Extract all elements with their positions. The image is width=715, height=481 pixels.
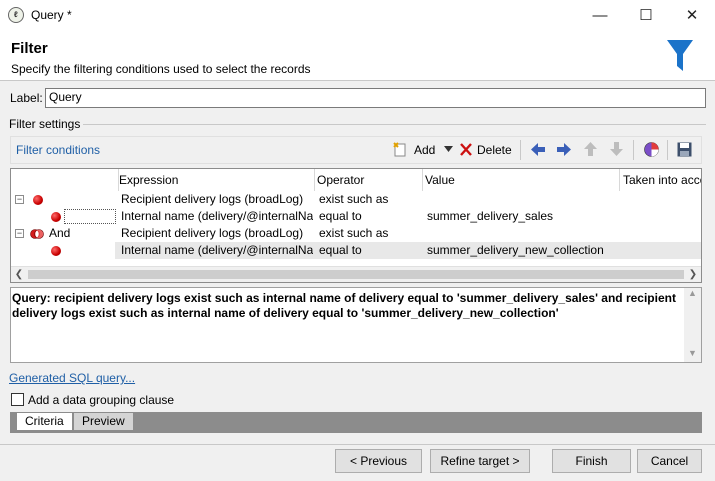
app-icon: ℓ [8,7,24,23]
collapse-icon[interactable]: − [15,229,24,238]
move-right-icon[interactable] [556,142,572,157]
status-dot-icon [51,246,61,256]
filter-conditions-link[interactable]: Filter conditions [16,143,100,157]
chevron-down-icon[interactable] [444,146,453,152]
column-header-taken-into-account[interactable]: Taken into acco [619,169,701,191]
column-header-operator[interactable]: Operator [313,169,423,191]
filter-toolbar [10,136,702,164]
boolean-operator-label: And [49,226,71,240]
scrollbar-thumb[interactable] [28,270,684,279]
cancel-button[interactable]: Cancel [637,449,702,473]
expression-cell: Internal name (delivery/@internalNa... [121,209,313,223]
collapse-icon[interactable]: − [15,195,24,204]
save-icon[interactable] [677,142,692,157]
scroll-left-icon[interactable]: ❮ [11,267,27,282]
page-subtitle: Specify the filtering conditions used to… [11,62,311,76]
add-button[interactable]: Add [414,143,435,157]
status-dot-icon [33,195,43,205]
table-row[interactable]: − Recipient delivery logs (broadLog) exi… [11,191,701,208]
footer-divider [0,444,715,445]
tab-preview[interactable]: Preview [73,412,134,431]
focus-cell[interactable] [64,209,116,224]
horizontal-scrollbar[interactable]: ❮ ❯ [11,266,701,282]
table-row[interactable]: − And Recipient delivery logs (broadLog)… [11,225,701,242]
move-up-icon[interactable] [583,141,598,157]
close-button[interactable]: ✕ [669,0,715,31]
generated-sql-link[interactable]: Generated SQL query... [9,371,135,385]
window-title: Query * [31,8,72,22]
finish-button[interactable]: Finish [552,449,631,473]
scroll-right-icon[interactable]: ❯ [685,267,701,282]
delete-icon[interactable] [460,143,472,156]
and-operator-icon [30,229,44,239]
funnel-icon [667,40,693,71]
filter-conditions-grid[interactable]: Expression Operator Value Taken into acc… [10,168,702,283]
expression-cell: Recipient delivery logs (broadLog) [121,226,304,240]
page-title: Filter [11,40,48,57]
divider [83,124,706,125]
column-header-expression[interactable]: Expression [115,169,315,191]
value-cell [427,225,617,242]
query-description-box[interactable]: Query: recipient delivery logs exist suc… [10,287,702,363]
maximize-button[interactable]: ☐ [623,0,669,31]
filter-settings-caption: Filter settings [9,117,81,131]
value-cell [427,191,617,208]
expression-cell: Internal name (delivery/@internalNa... [121,243,313,257]
move-left-icon[interactable] [530,142,546,157]
operator-cell: equal to [319,209,362,223]
distribution-icon[interactable] [643,141,660,158]
refine-target-button[interactable]: Refine target > [430,449,530,473]
add-icon[interactable] [393,142,407,157]
expression-cell: Recipient delivery logs (broadLog) [121,192,304,206]
previous-button[interactable]: < Previous [335,449,422,473]
data-grouping-label[interactable]: Add a data grouping clause [28,393,174,407]
scroll-down-icon[interactable]: ▼ [684,348,701,362]
operator-cell: exist such as [319,192,389,206]
tab-criteria[interactable]: Criteria [16,412,73,431]
operator-cell: exist such as [319,226,389,240]
delete-button[interactable]: Delete [477,143,512,157]
table-row[interactable]: Internal name (delivery/@internalNa... e… [11,208,701,225]
vertical-scrollbar[interactable]: ▲ ▼ [684,288,701,362]
table-row[interactable]: Internal name (delivery/@internalNa... e… [11,242,701,259]
value-cell: summer_delivery_sales [427,209,554,223]
label-caption: Label: [10,91,43,105]
move-down-icon[interactable] [609,141,624,157]
value-cell: summer_delivery_new_collection [427,243,604,257]
column-header-value[interactable]: Value [421,169,621,191]
operator-cell: equal to [319,243,362,257]
label-input[interactable]: Query [45,88,706,108]
data-grouping-checkbox[interactable] [11,393,24,406]
query-description: Query: recipient delivery logs exist suc… [12,291,676,320]
toolbar-separator [520,140,521,160]
scroll-up-icon[interactable]: ▲ [684,288,701,302]
toolbar-separator [667,140,668,160]
toolbar-separator [633,140,634,160]
minimize-button[interactable]: — [577,0,623,31]
status-dot-icon [51,212,61,222]
